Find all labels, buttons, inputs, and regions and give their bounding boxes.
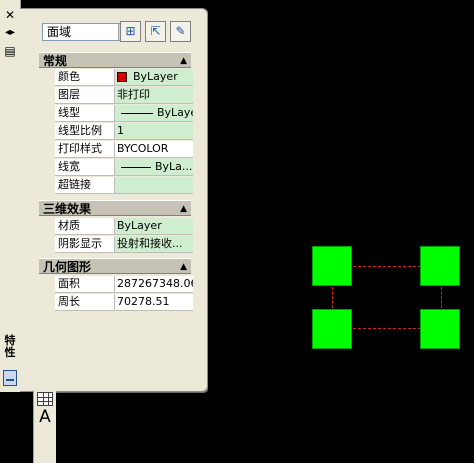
property-name: 面积 [55,276,115,292]
property-name: 图层 [55,87,115,103]
section-title: 几何图形 [43,260,92,274]
property-row-shadow-display[interactable]: 阴影显示 投射和接收... [55,236,193,253]
property-row-linetype-scale[interactable]: 线型比例 1 [55,123,193,140]
property-value[interactable] [115,177,193,193]
grip-bottom-right[interactable] [420,309,460,349]
region-edge-left [332,287,333,308]
property-value[interactable]: 投射和接收... [115,236,193,252]
property-value[interactable]: ByLayer [115,218,193,234]
properties-menu-icon[interactable]: ▤ [3,44,17,58]
property-name: 阴影显示 [55,236,115,252]
property-value-text: ByLayer [133,70,178,83]
linetype-preview [121,112,153,114]
toggle-pickadd-icon[interactable]: ⊞ [120,21,141,42]
property-value[interactable]: ByLa... [115,159,193,175]
property-value[interactable]: ByLayer [115,105,193,121]
property-name: 打印样式 [55,141,115,157]
property-value: 70278.51 [115,294,193,310]
property-value[interactable]: BYCOLOR [115,141,193,157]
select-objects-icon[interactable]: ⇱ [145,21,166,42]
grip-top-left[interactable] [312,246,352,286]
palette-title-strip: ✕ ◂▸ ▤ 特性 [0,0,21,392]
property-name: 线型比例 [55,123,115,139]
property-name: 周长 [55,294,115,310]
property-row-perimeter[interactable]: 周长 70278.51 [55,294,193,311]
property-value[interactable]: 非打印 [115,87,193,103]
region-edge-right [441,287,442,308]
close-icon[interactable]: ✕ [3,8,17,22]
table-icon[interactable] [37,392,53,406]
grip-bottom-left[interactable] [312,309,352,349]
section-geometry-header[interactable]: 几何图形 ▲ [39,258,191,274]
region-edge-top [353,266,421,267]
color-swatch [117,72,127,82]
text-icon[interactable]: A [36,408,54,426]
property-name: 超链接 [55,177,115,193]
lineweight-preview [121,166,151,168]
autohide-icon[interactable]: ◂▸ [3,26,17,40]
property-value[interactable]: ByLayer [115,69,193,85]
property-row-color[interactable]: 颜色 ByLayer [55,69,193,86]
properties-icon[interactable] [3,370,17,386]
workspace-background [0,392,33,463]
property-name: 线型 [55,105,115,121]
section-title: 三维效果 [43,202,92,216]
region-edge-bottom [353,328,421,329]
property-row-hyperlink[interactable]: 超链接 [55,177,193,194]
section-title: 常规 [43,54,68,68]
palette-title: 特性 [4,334,16,359]
object-type-value: 面域 [47,25,72,39]
property-name: 线宽 [55,159,115,175]
property-row-material[interactable]: 材质 ByLayer [55,218,193,235]
property-row-area[interactable]: 面积 287267348.06 [55,276,193,293]
property-value: 287267348.06 [115,276,193,292]
property-row-linetype[interactable]: 线型 ByLayer [55,105,193,122]
section-general-header[interactable]: 常规 ▲ [39,52,191,68]
section-3d-effects-header[interactable]: 三维效果 ▲ [39,200,191,216]
property-name: 材质 [55,218,115,234]
property-value-text: ByLa... [155,160,193,173]
property-value-text: ByLayer [157,106,193,119]
collapse-icon[interactable]: ▲ [180,201,187,217]
property-row-plot-style[interactable]: 打印样式 BYCOLOR [55,141,193,158]
drawing-canvas[interactable] [208,0,474,463]
property-value[interactable]: 1 [115,123,193,139]
quick-select-icon[interactable]: ✎ [170,21,191,42]
grip-top-right[interactable] [420,246,460,286]
draw-toolbar: A [33,390,56,463]
collapse-icon[interactable]: ▲ [180,53,187,69]
property-row-layer[interactable]: 图层 非打印 [55,87,193,104]
property-name: 颜色 [55,69,115,85]
collapse-icon[interactable]: ▲ [180,259,187,275]
property-row-lineweight[interactable]: 线宽 ByLa... [55,159,193,176]
